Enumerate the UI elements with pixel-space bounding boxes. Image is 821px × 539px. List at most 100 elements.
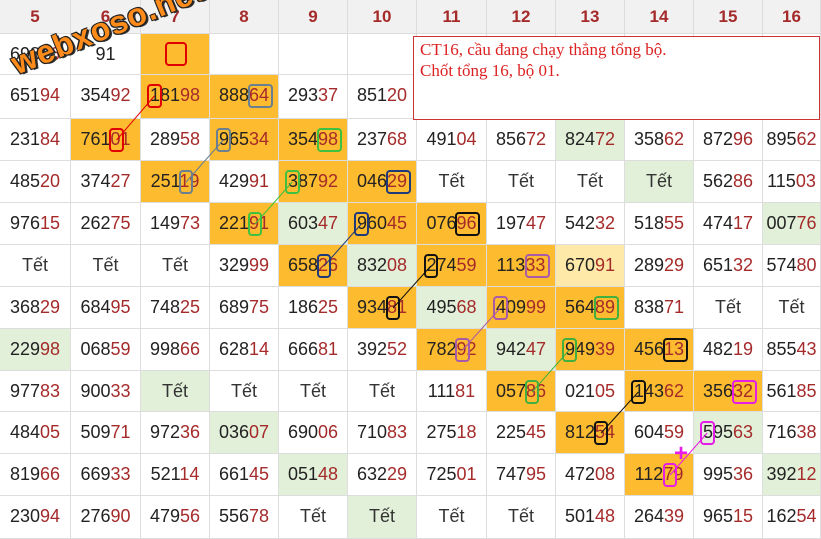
number-tail: 25 bbox=[180, 297, 201, 317]
number-head: 392 bbox=[766, 464, 797, 484]
result-cell: 68975 bbox=[210, 287, 279, 329]
number-head: 604 bbox=[633, 422, 664, 442]
number-head: 782 bbox=[426, 339, 457, 359]
result-cell: 37427 bbox=[71, 161, 141, 203]
highlight-box bbox=[593, 421, 609, 445]
result-cell: 94247 bbox=[487, 329, 556, 371]
number-head: 289 bbox=[149, 129, 180, 149]
number-tail: 66 bbox=[180, 339, 201, 359]
number-head: 995 bbox=[702, 464, 733, 484]
number-head: 221 bbox=[218, 213, 249, 233]
number-head: 046 bbox=[356, 171, 387, 191]
number-head: 368 bbox=[9, 297, 40, 317]
result-cell: 18625 bbox=[279, 287, 348, 329]
number-tail: 52 bbox=[387, 339, 408, 359]
result-cell: 65132 bbox=[694, 245, 763, 287]
result-cell: 47417 bbox=[694, 203, 763, 245]
result-cell: 00776 bbox=[763, 203, 821, 245]
number-head: 456 bbox=[633, 339, 664, 359]
number-tail: 03 bbox=[795, 171, 816, 191]
result-cell: 50148 bbox=[556, 496, 625, 539]
result-cell: 54232 bbox=[556, 203, 625, 245]
number-tail: 06 bbox=[318, 422, 339, 442]
number-tail: 48 bbox=[318, 464, 339, 484]
result-cell: 23184 bbox=[0, 119, 71, 161]
number-tail: 80 bbox=[796, 255, 817, 275]
number-head: 149 bbox=[149, 213, 180, 233]
number-head: 518 bbox=[633, 213, 664, 233]
result-cell: 39212 bbox=[763, 454, 821, 496]
highlight-box bbox=[164, 42, 187, 66]
column-header-9: 9 bbox=[279, 0, 348, 34]
number-tail: 29 bbox=[664, 255, 685, 275]
number-tail: 92 bbox=[318, 171, 339, 191]
result-cell: 72501 bbox=[417, 454, 487, 496]
number-tail: 59 bbox=[664, 422, 685, 442]
number-tail: 05 bbox=[40, 422, 61, 442]
result-cell: 51855 bbox=[625, 203, 694, 245]
number-tail: 25 bbox=[318, 297, 339, 317]
number-tail: 68 bbox=[387, 129, 408, 149]
number-tail: 59 bbox=[110, 339, 131, 359]
number-tail: 98 bbox=[40, 339, 61, 359]
number-tail: 62 bbox=[664, 129, 685, 149]
highlight-box bbox=[493, 296, 508, 320]
number-tail: 56 bbox=[180, 506, 201, 526]
result-cell: 11181 bbox=[417, 371, 487, 412]
result-cell: 19747 bbox=[487, 203, 556, 245]
number-head: 354 bbox=[80, 85, 111, 105]
number-head: 051 bbox=[287, 464, 318, 484]
result-cell: Tết bbox=[487, 161, 556, 203]
number-tail: 20 bbox=[40, 171, 61, 191]
result-cell: 97615 bbox=[0, 203, 71, 245]
number-head: 561 bbox=[766, 381, 797, 401]
number-tail: 34 bbox=[249, 129, 270, 149]
column-header-11: 11 bbox=[417, 0, 487, 34]
result-cell: 56286 bbox=[694, 161, 763, 203]
number-tail: 33 bbox=[110, 381, 131, 401]
number-tail: 47 bbox=[526, 213, 547, 233]
result-cell: 25119 bbox=[141, 161, 210, 203]
highlight-box bbox=[316, 254, 332, 278]
number-head: 374 bbox=[80, 171, 111, 191]
result-cell: 47956 bbox=[141, 496, 210, 539]
number-tail: 73 bbox=[180, 213, 201, 233]
number-tail: 08 bbox=[387, 255, 408, 275]
number-tail: 05 bbox=[595, 381, 616, 401]
number-tail: 32 bbox=[595, 213, 616, 233]
result-cell: 99536 bbox=[694, 454, 763, 496]
result-cell: 69006 bbox=[279, 412, 348, 454]
result-cell: 65826 bbox=[279, 245, 348, 287]
number-head: 021 bbox=[564, 381, 595, 401]
number-head: 186 bbox=[287, 297, 318, 317]
number-head: 574 bbox=[766, 255, 797, 275]
number-head: 231 bbox=[9, 129, 40, 149]
number-tail: 20 bbox=[387, 85, 408, 105]
number-head: 658 bbox=[287, 255, 318, 275]
result-cell: 55678 bbox=[210, 496, 279, 539]
result-cell: 02105 bbox=[556, 371, 625, 412]
number-tail: 95 bbox=[526, 464, 547, 484]
result-cell: 48405 bbox=[0, 412, 71, 454]
result-cell: 26275 bbox=[71, 203, 141, 245]
number-head: 485 bbox=[9, 171, 40, 191]
number-head: 495 bbox=[426, 297, 457, 317]
number-tail: 32 bbox=[733, 255, 754, 275]
number-tail: 37 bbox=[318, 85, 339, 105]
number-tail: 07 bbox=[249, 422, 270, 442]
highlight-box bbox=[700, 421, 715, 445]
number-head: 725 bbox=[426, 464, 457, 484]
result-cell: 48520 bbox=[0, 161, 71, 203]
highlight-box bbox=[423, 254, 439, 278]
result-cell: 85120 bbox=[348, 75, 417, 119]
result-cell: Tết bbox=[763, 287, 821, 329]
number-head: 076 bbox=[426, 213, 457, 233]
number-tail: 01 bbox=[456, 464, 477, 484]
number-tail: 86 bbox=[733, 171, 754, 191]
number-head: 710 bbox=[356, 422, 387, 442]
number-head: 542 bbox=[564, 213, 595, 233]
column-header-15: 15 bbox=[694, 0, 763, 34]
result-cell: 23094 bbox=[0, 496, 71, 539]
result-cell: 47208 bbox=[556, 454, 625, 496]
number-head: 651 bbox=[9, 85, 40, 105]
